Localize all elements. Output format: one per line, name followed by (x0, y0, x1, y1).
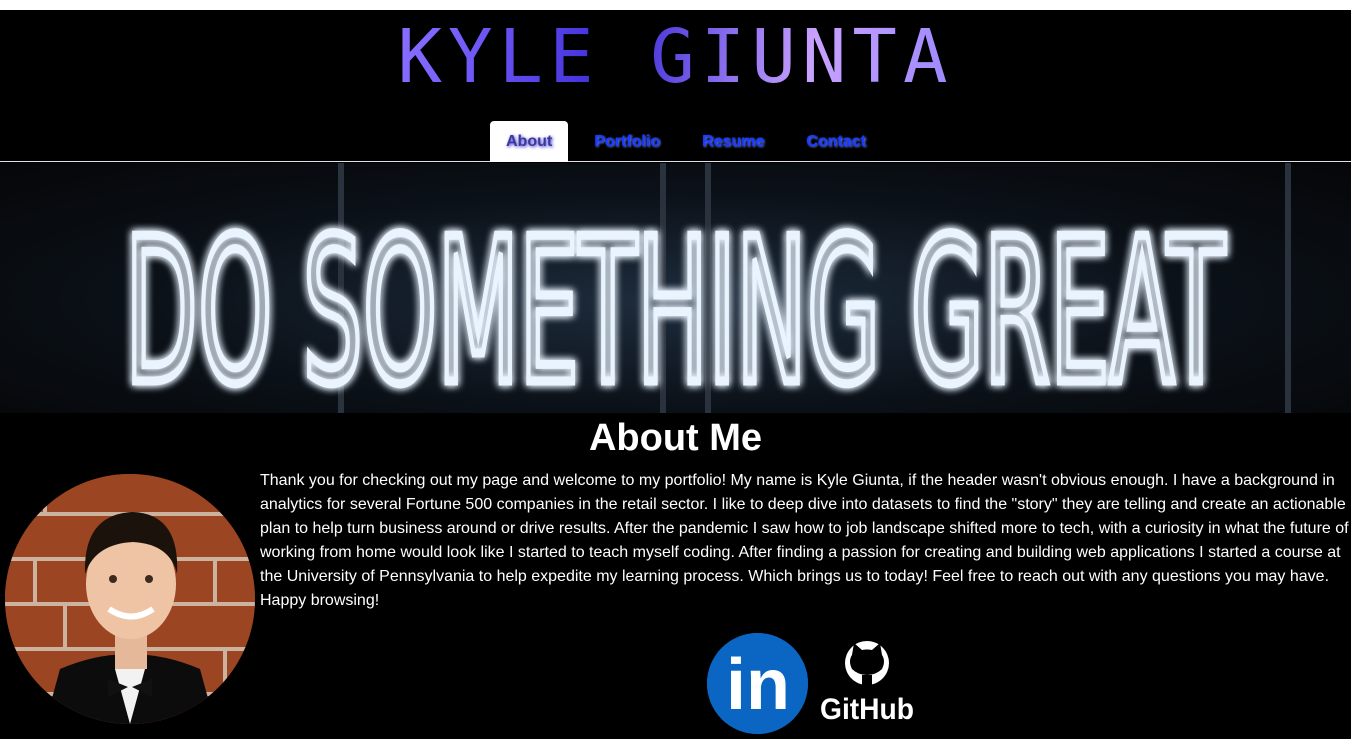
top-strip (0, 0, 1351, 10)
github-icon: GitHub (820, 641, 914, 726)
main-nav: About Portfolio Resume Contact (0, 121, 1351, 162)
social-links: in GitHub (707, 633, 916, 734)
profile-photo (5, 474, 255, 724)
neon-sign: DO SOMETHING GREAT (121, 192, 1230, 414)
tab-contact[interactable]: Contact (790, 121, 882, 162)
about-heading: About Me (588, 417, 763, 459)
tab-portfolio[interactable]: Portfolio (578, 121, 676, 162)
about-bio: Thank you for checking out my page and w… (260, 472, 1349, 609)
tab-resume[interactable]: Resume (686, 121, 780, 162)
neon-sign-text: DO SOMETHING GREAT (125, 196, 1225, 413)
linkedin-label: in (726, 645, 790, 725)
tab-about[interactable]: About (490, 121, 569, 162)
github-label: GitHub (820, 693, 914, 726)
nav-tabs: About Portfolio Resume Contact (490, 121, 892, 162)
linkedin-link[interactable]: in (707, 633, 808, 734)
github-link[interactable]: GitHub (818, 633, 916, 731)
hero-banner: DO SOMETHING GREAT (0, 163, 1351, 413)
site-title: KYLE GIUNTA (0, 14, 1351, 100)
linkedin-icon: in (707, 633, 808, 734)
